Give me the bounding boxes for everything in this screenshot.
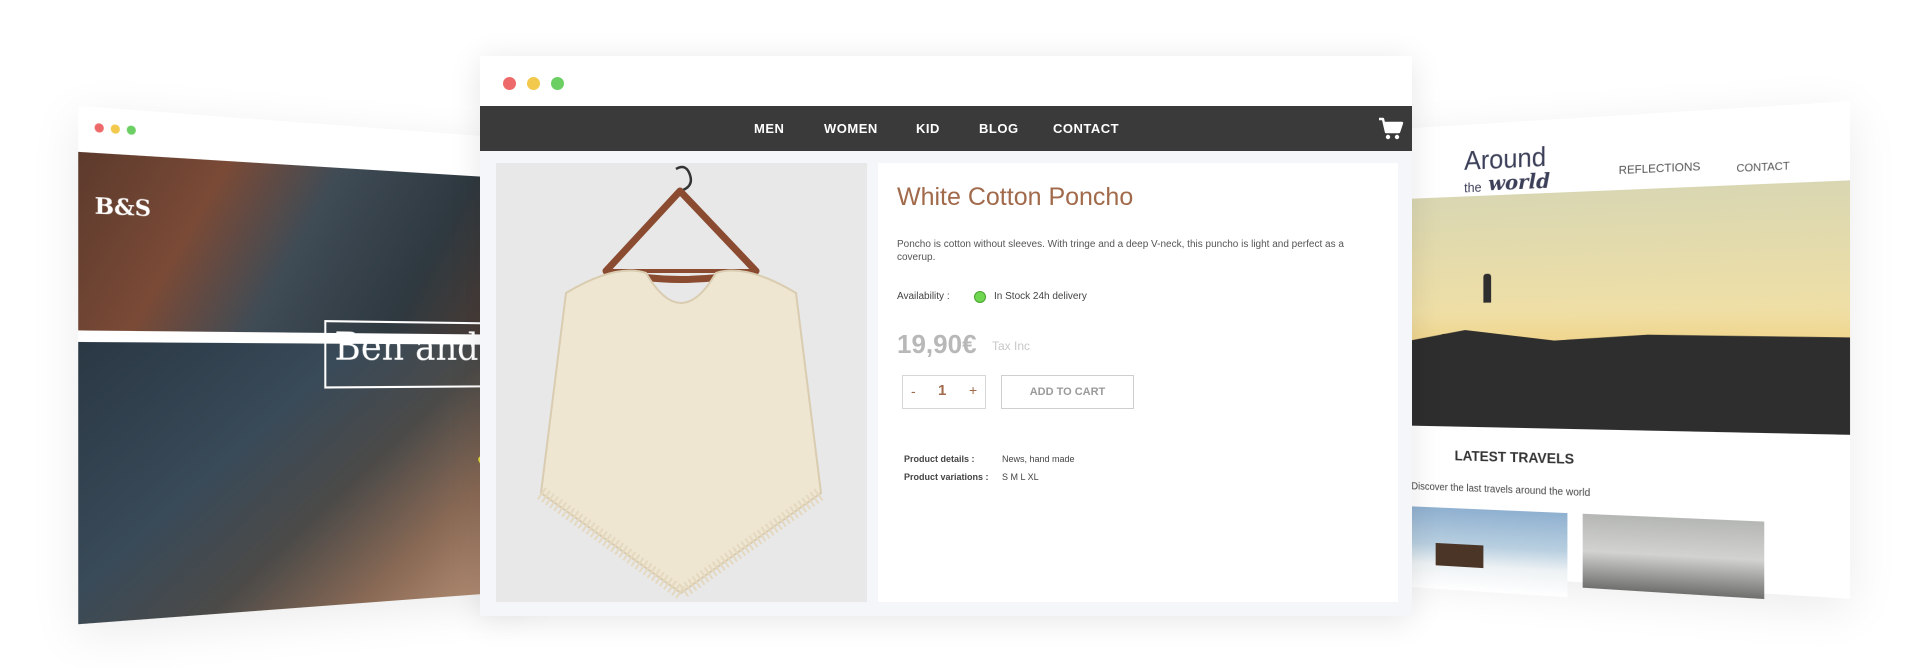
left-browser-mockup: B&S Ben and So [78, 105, 554, 625]
product-details-card: White Cotton Poncho Poncho is cotton wit… [878, 163, 1398, 602]
right-nav-reflections[interactable]: REFLECTIONS [1619, 160, 1701, 177]
right-site-logo-the: the [1464, 179, 1482, 196]
cart-icon[interactable] [1378, 117, 1404, 141]
maximize-dot-icon[interactable] [551, 77, 564, 90]
maximize-dot-icon [126, 125, 136, 136]
availability-label: Availability : [897, 291, 950, 302]
nav-item-contact[interactable]: CONTACT [1053, 121, 1119, 136]
product-variations-label: Product variations : [904, 472, 989, 482]
nav-item-kid[interactable]: KID [916, 121, 940, 136]
product-title: White Cotton Poncho [897, 183, 1134, 211]
tax-label: Tax Inc [992, 339, 1031, 353]
in-stock-indicator-icon [974, 291, 986, 303]
right-browser-mockup: Around the world REFLECTIONS CONTACT LAT… [1380, 101, 1851, 600]
browser-title-bar [480, 56, 1412, 106]
main-browser-mockup: MEN WOMEN KID BLOG CONTACT White Cotton … [480, 56, 1412, 616]
person-silhouette-image [1483, 273, 1492, 303]
quantity-value[interactable]: 1 [938, 382, 946, 399]
product-description: Poncho is cotton without sleeves. With t… [897, 239, 1344, 263]
left-site-logo: B&S [94, 191, 151, 222]
right-nav-contact[interactable]: CONTACT [1736, 161, 1789, 176]
quantity-decrease-button[interactable]: - [911, 383, 916, 399]
poncho-image [496, 163, 867, 602]
left-hero-photo-top [78, 151, 537, 335]
quantity-increase-button[interactable]: + [969, 382, 977, 398]
close-dot-icon [94, 123, 104, 133]
availability-status: In Stock 24h delivery [994, 291, 1087, 302]
latest-travels-heading: LATEST TRAVELS [1454, 446, 1575, 467]
window-controls [503, 77, 564, 90]
nav-item-women[interactable]: WOMEN [824, 121, 878, 136]
nav-item-men[interactable]: MEN [754, 121, 784, 136]
minimize-dot-icon[interactable] [527, 77, 540, 90]
right-site-logo-world: world [1488, 167, 1551, 196]
quantity-stepper: - 1 + [902, 375, 986, 409]
add-to-cart-button[interactable]: ADD TO CART [1001, 375, 1134, 409]
latest-travels-subtitle: Discover the last travels around the wor… [1411, 481, 1591, 500]
nav-item-blog[interactable]: BLOG [979, 121, 1019, 136]
product-details-label: Product details : [904, 454, 975, 464]
cabin-image [1435, 542, 1484, 569]
product-price: 19,90€ [897, 329, 977, 359]
left-window-controls [94, 123, 136, 136]
product-variations-value[interactable]: S M L XL [1002, 472, 1039, 482]
travel-thumbnail[interactable] [1582, 513, 1765, 600]
close-dot-icon[interactable] [503, 77, 516, 90]
minimize-dot-icon [110, 124, 120, 134]
product-photo [496, 163, 867, 602]
main-navigation: MEN WOMEN KID BLOG CONTACT [480, 106, 1412, 151]
product-details-value: News, hand made [1002, 454, 1075, 464]
